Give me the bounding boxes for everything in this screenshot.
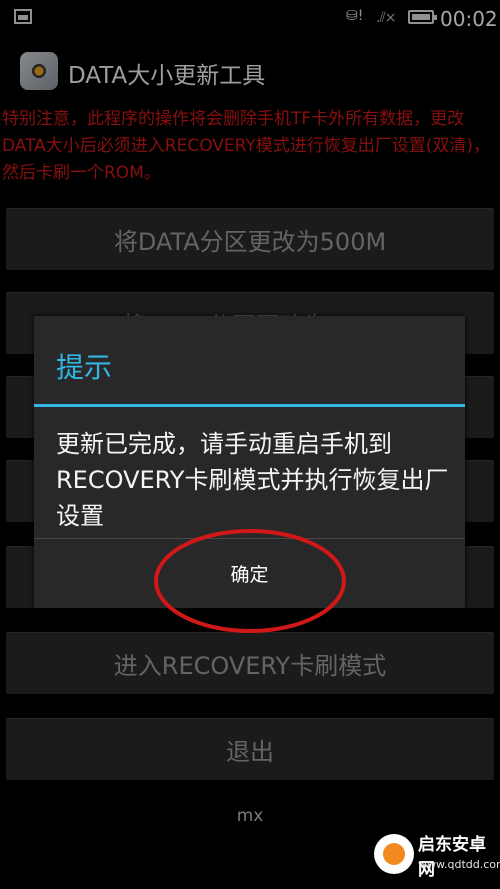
watermark-url: www.qdtdd.com xyxy=(418,858,500,871)
watermark-logo-icon xyxy=(374,834,414,874)
alert-dialog: 提示 更新已完成，请手动重启手机到RECOVERY卡刷模式并执行恢复出厂设置 确… xyxy=(34,316,465,608)
dialog-message: 更新已完成，请手动重启手机到RECOVERY卡刷模式并执行恢复出厂设置 xyxy=(56,430,449,530)
dialog-title-divider xyxy=(34,404,465,407)
dialog-title: 提示 xyxy=(56,351,113,384)
watermark-name: 启东安卓网 xyxy=(418,835,486,880)
watermark: 启东安卓网 www.qdtdd.com xyxy=(360,820,500,889)
dialog-ok-button[interactable]: 确定 xyxy=(34,539,465,608)
